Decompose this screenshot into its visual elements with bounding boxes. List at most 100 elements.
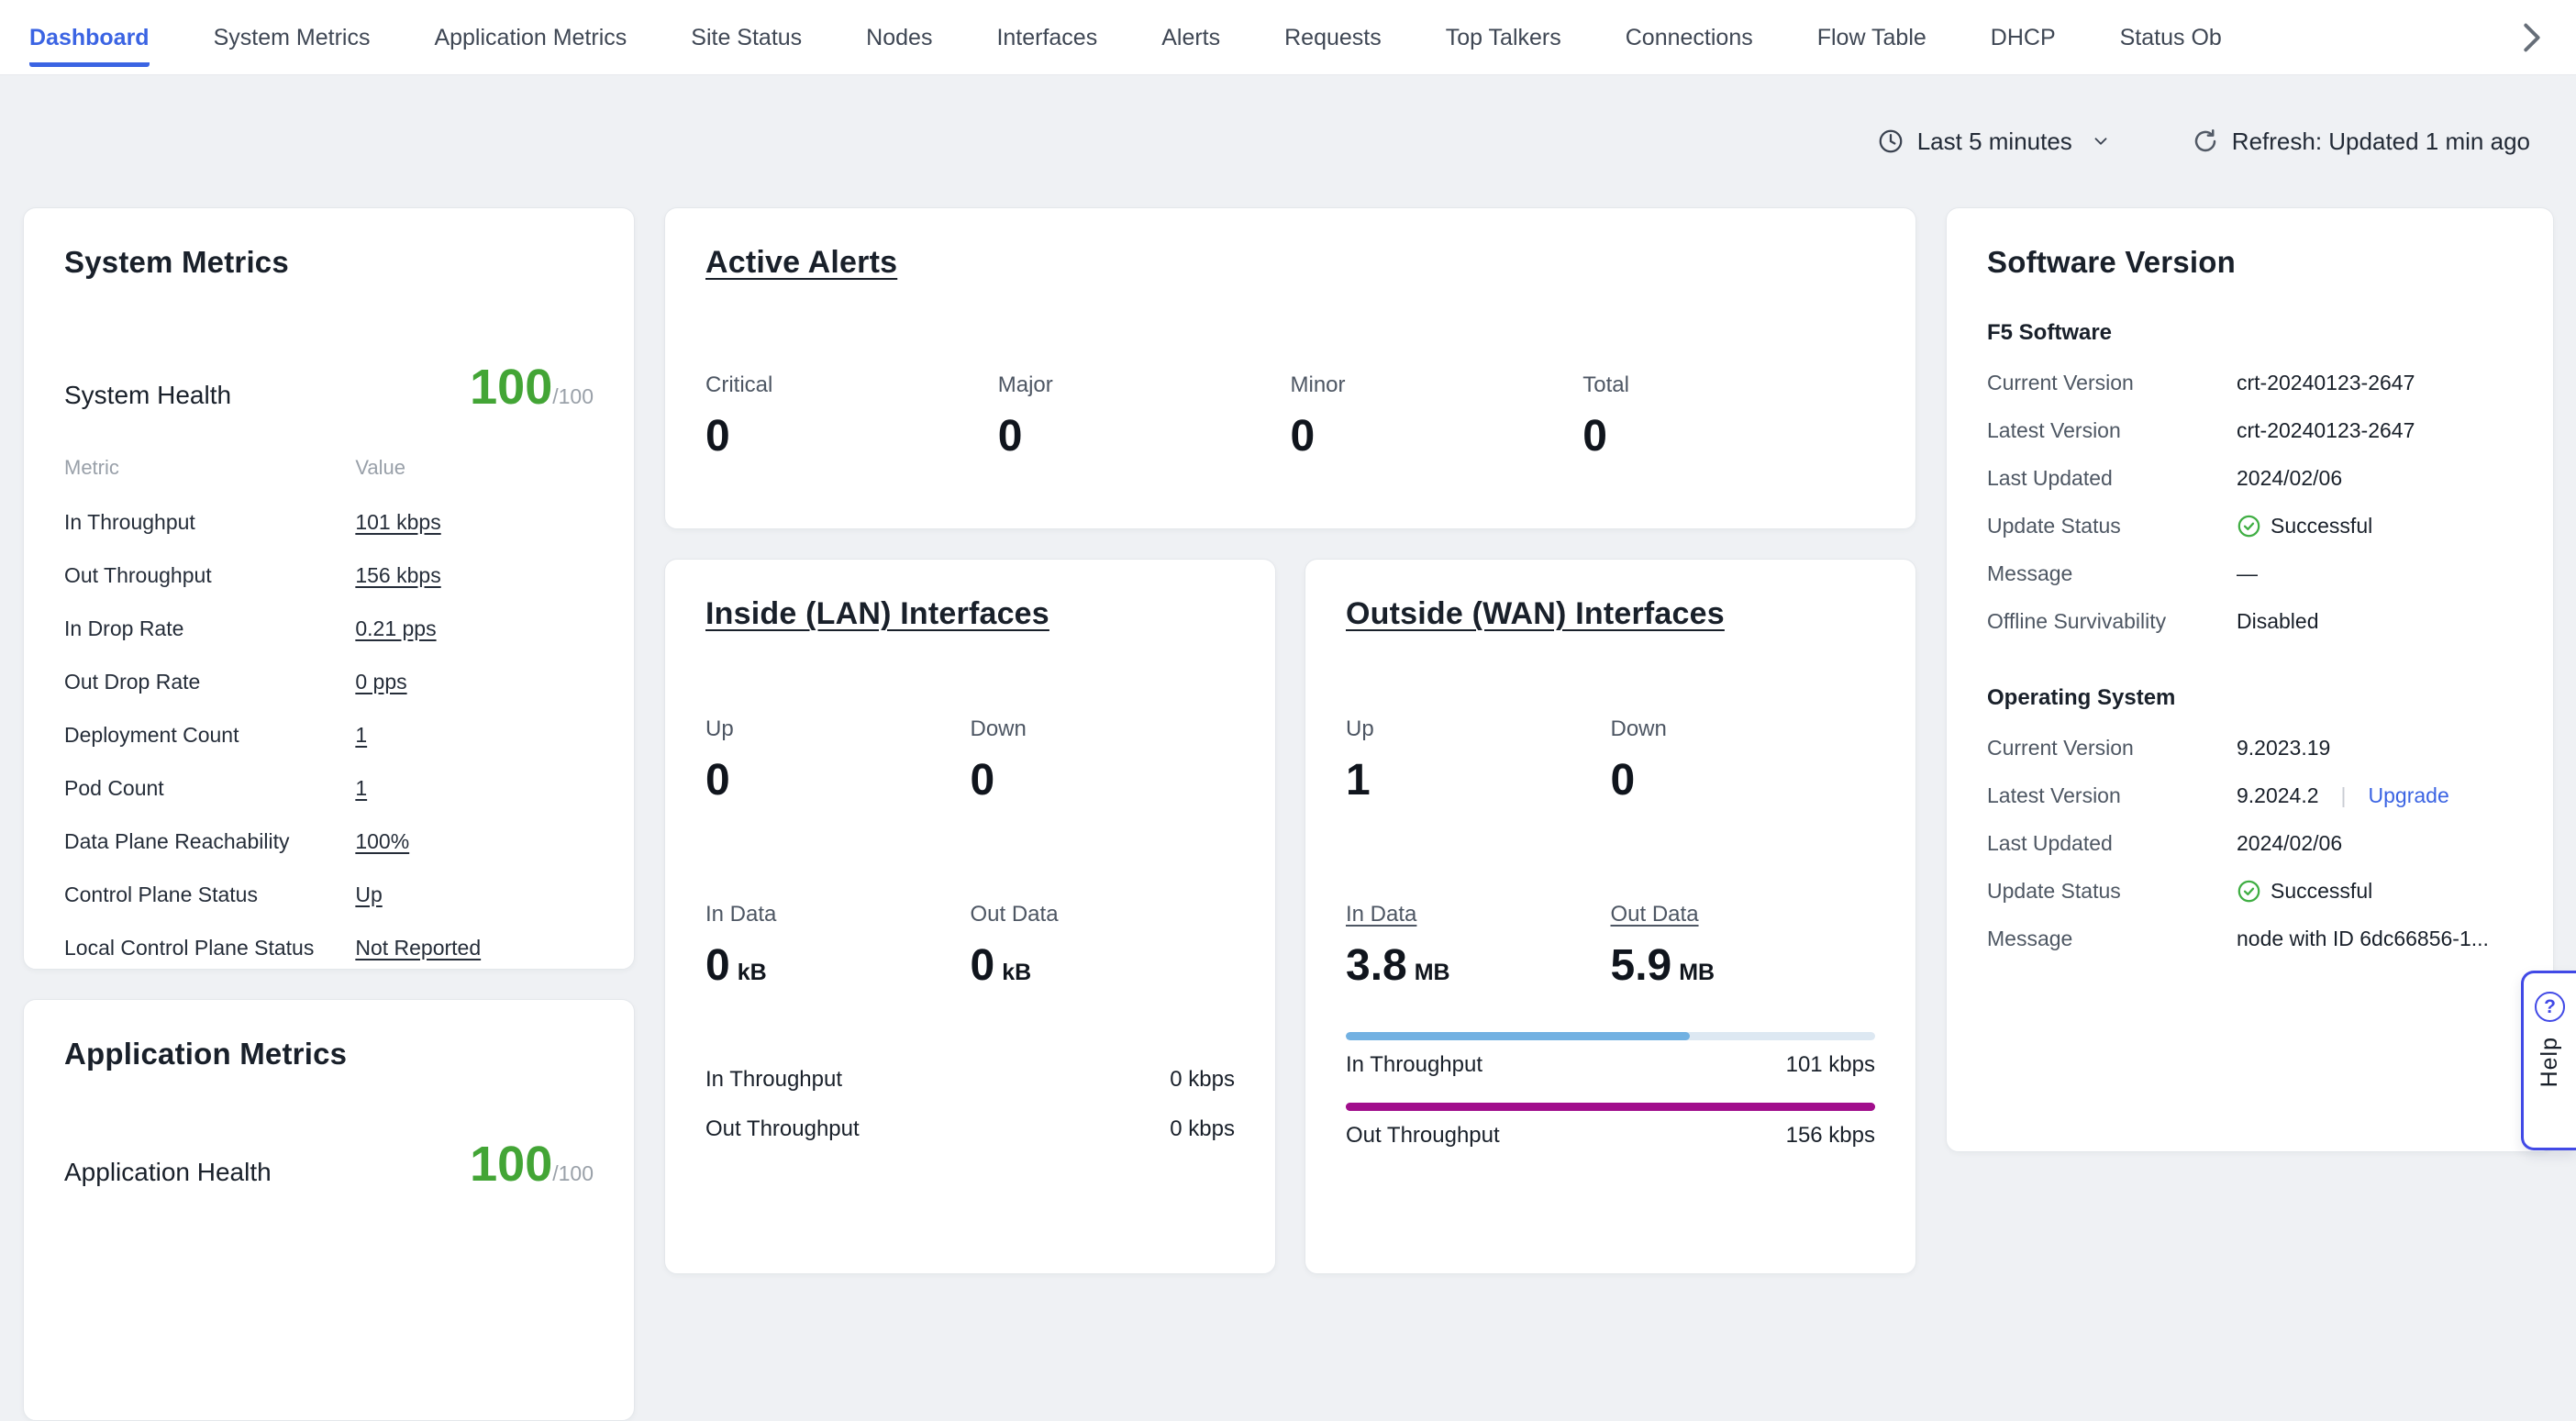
out-data-link[interactable]: Out Data: [1611, 902, 1876, 927]
metric-value-link[interactable]: Not Reported: [355, 936, 481, 960]
sw-row: Current Version9.2023.19: [1987, 724, 2513, 772]
table-row: Pod Count1: [64, 762, 594, 816]
up-value: 0: [705, 755, 971, 805]
wan-up: Up 1: [1346, 716, 1611, 805]
sw-row: Latest Versioncrt-20240123-2647: [1987, 406, 2513, 454]
out-data-unit: kB: [1002, 960, 1031, 985]
lan-throughput-block: In Throughput 0 kbps Out Throughput 0 kb…: [705, 1055, 1235, 1154]
top-tab-bar: Dashboard System Metrics Application Met…: [0, 0, 2576, 75]
system-health-row: System Health 100/100: [64, 359, 594, 416]
metric-label: In Throughput: [64, 496, 355, 550]
wan-out-data: Out Data 5.9MB: [1611, 902, 1876, 991]
tab-top-talkers[interactable]: Top Talkers: [1414, 25, 1593, 74]
down-label: Down: [1611, 716, 1876, 742]
sw-row-label: Last Updated: [1987, 831, 2237, 856]
tab-connections[interactable]: Connections: [1593, 25, 1785, 74]
sw-row-value: Successful: [2271, 514, 2372, 538]
tab-alerts[interactable]: Alerts: [1129, 25, 1252, 74]
tab-label: Flow Table: [1817, 25, 1926, 67]
tab-label: Top Talkers: [1446, 25, 1561, 67]
metric-value-link[interactable]: 1: [355, 776, 367, 800]
table-row: In Throughput101 kbps: [64, 496, 594, 550]
help-question-icon: ?: [2535, 992, 2565, 1022]
in-data-link[interactable]: In Data: [1346, 902, 1611, 927]
metric-value-link[interactable]: Up: [355, 883, 382, 906]
tab-flow-table[interactable]: Flow Table: [1785, 25, 1959, 74]
out-data-value: 5.9: [1611, 941, 1672, 990]
table-row: Control Plane StatusUp: [64, 869, 594, 922]
sw-row-label: Last Updated: [1987, 466, 2237, 491]
sw-row: Offline SurvivabilityDisabled: [1987, 597, 2513, 645]
sw-row: Last Updated2024/02/06: [1987, 454, 2513, 502]
lan-out-throughput-row: Out Throughput 0 kbps: [705, 1105, 1235, 1154]
refresh-icon: [2192, 128, 2219, 155]
active-alerts-title-link[interactable]: Active Alerts: [705, 245, 1875, 281]
tab-application-metrics[interactable]: Application Metrics: [402, 25, 659, 74]
sw-row-label: Offline Survivability: [1987, 609, 2237, 634]
sw-row-label: Update Status: [1987, 879, 2237, 904]
alert-value: 0: [1582, 411, 1875, 461]
table-row: Data Plane Reachability100%: [64, 816, 594, 869]
alert-value: 0: [1291, 411, 1583, 461]
wan-interfaces-card: Outside (WAN) Interfaces Up 1 Down 0 In …: [1305, 559, 1916, 1274]
help-tab[interactable]: ? Help: [2521, 971, 2576, 1150]
tab-system-metrics[interactable]: System Metrics: [182, 25, 403, 74]
lan-in-data: In Data 0kB: [705, 902, 971, 991]
upgrade-link[interactable]: Upgrade: [2369, 783, 2449, 808]
metric-value-link[interactable]: 0.21 pps: [355, 616, 436, 640]
tab-dhcp[interactable]: DHCP: [1959, 25, 2088, 74]
sw-row-value: node with ID 6dc66856-1...: [2237, 927, 2489, 951]
in-data-value: 3.8: [1346, 941, 1407, 990]
wan-interfaces-title-link[interactable]: Outside (WAN) Interfaces: [1346, 596, 1875, 632]
down-label: Down: [971, 716, 1236, 742]
column-header-metric: Metric: [64, 443, 355, 496]
metric-label: Out Throughput: [64, 550, 355, 603]
application-health-label: Application Health: [64, 1158, 272, 1187]
metric-label: Out Drop Rate: [64, 656, 355, 709]
sw-row-label: Message: [1987, 561, 2237, 586]
lan-updown-row: Up 0 Down 0: [705, 716, 1235, 805]
metric-label: Local Control Plane Status: [64, 922, 355, 975]
tab-nodes[interactable]: Nodes: [834, 25, 964, 74]
tab-status-objects[interactable]: Status Ob: [2088, 25, 2254, 74]
up-label: Up: [1346, 716, 1611, 742]
metric-value-link[interactable]: 1: [355, 723, 367, 747]
alert-total: Total 0: [1582, 372, 1875, 461]
software-version-card: Software Version F5 Software Current Ver…: [1946, 207, 2554, 1152]
sw-row-label: Message: [1987, 927, 2237, 951]
down-value: 0: [1611, 755, 1876, 805]
system-metrics-table: Metric Value In Throughput101 kbps Out T…: [64, 443, 594, 975]
tab-label: Connections: [1626, 25, 1753, 67]
time-range-selector[interactable]: Last 5 minutes: [1877, 128, 2111, 156]
out-throughput-value: 0 kbps: [1170, 1116, 1235, 1142]
refresh-control[interactable]: Refresh: Updated 1 min ago: [2192, 128, 2530, 156]
tabs-scroll-right-button[interactable]: [2510, 17, 2552, 59]
sw-row-value: Disabled: [2237, 609, 2319, 634]
alert-minor: Minor 0: [1291, 372, 1583, 461]
alert-major: Major 0: [998, 372, 1291, 461]
column-header-value: Value: [355, 443, 594, 496]
metric-value-link[interactable]: 100%: [355, 829, 409, 853]
check-circle-icon: [2237, 879, 2261, 904]
lan-interfaces-card: Inside (LAN) Interfaces Up 0 Down 0 In D…: [664, 559, 1276, 1274]
metric-value-link[interactable]: 0 pps: [355, 670, 406, 694]
sw-row-label: Update Status: [1987, 514, 2237, 538]
f5-software-heading: F5 Software: [1987, 320, 2513, 346]
wan-data-row: In Data 3.8 MB Out Data 5.9MB: [1346, 902, 1875, 991]
lan-data-row: In Data 0kB Out Data 0kB: [705, 902, 1235, 991]
tab-label: System Metrics: [214, 25, 371, 67]
metric-value-link[interactable]: 156 kbps: [355, 563, 440, 587]
in-data-unit: MB: [1415, 960, 1450, 985]
tab-requests[interactable]: Requests: [1252, 25, 1414, 74]
table-row: Deployment Count1: [64, 709, 594, 762]
lan-interfaces-title-link[interactable]: Inside (LAN) Interfaces: [705, 596, 1235, 632]
tab-dashboard[interactable]: Dashboard: [29, 25, 182, 74]
metric-value-link[interactable]: 101 kbps: [355, 510, 440, 534]
sw-row-label: Latest Version: [1987, 418, 2237, 443]
application-metrics-card: Application Metrics Application Health 1…: [23, 999, 635, 1421]
alert-value: 0: [998, 411, 1291, 461]
tab-label: Site Status: [691, 25, 802, 67]
wan-in-data: In Data 3.8 MB: [1346, 902, 1611, 991]
tab-site-status[interactable]: Site Status: [659, 25, 834, 74]
tab-interfaces[interactable]: Interfaces: [964, 25, 1129, 74]
